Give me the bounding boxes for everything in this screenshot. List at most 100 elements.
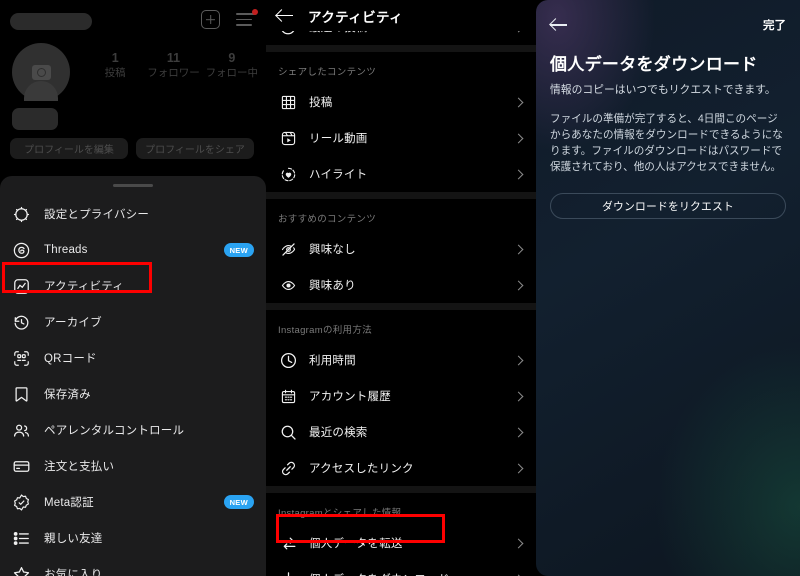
done-button[interactable]: 完了: [763, 17, 786, 33]
activity-row-label: 興味なし: [309, 244, 356, 256]
activity-row-label: 最近の検索: [309, 427, 368, 439]
activity-row-label: リール動画: [309, 133, 368, 145]
grid-icon: [278, 92, 298, 112]
notification-dot: [252, 9, 258, 15]
avatar[interactable]: [12, 43, 70, 101]
activity-row-2-1[interactable]: アカウント履歴: [266, 378, 536, 414]
eye-icon: [278, 275, 298, 295]
archive-clock-icon: [10, 311, 32, 333]
transfer-icon: [278, 533, 298, 553]
stat-followers-count: 11: [166, 51, 181, 65]
share-profile-button[interactable]: プロフィールをシェア: [136, 138, 254, 159]
section-label: Instagramの利用方法: [278, 325, 372, 336]
sidebar-item-label: 親しい友達: [44, 533, 103, 545]
activity-row-0-2[interactable]: ハイライト: [266, 156, 536, 192]
profile-stats: 1 投稿 11 フォロワー 9 フォロー中: [86, 50, 261, 81]
clipped-row-label: 最近の投稿: [309, 31, 515, 35]
clipped-row-icon: [278, 31, 298, 37]
chevron-right-icon: [513, 169, 524, 179]
username-redacted: [10, 13, 92, 30]
activity-row-label: 個人データを転送: [309, 538, 403, 550]
activity-row-0-1[interactable]: リール動画: [266, 120, 536, 156]
credit-card-icon: [10, 455, 32, 477]
sidebar-item-label: ペアレンタルコントロール: [44, 425, 185, 437]
activity-panel: アクティビティ 最近の投稿 シェアしたコンテンツ投稿リール動画ハイライトおすすめ…: [266, 0, 536, 576]
sidebar-item-2[interactable]: アクティビティ: [0, 268, 266, 304]
activity-row-3-0[interactable]: 個人データを転送: [266, 525, 536, 561]
verified-badge-icon: [10, 491, 32, 513]
chevron-right-icon: [513, 463, 524, 473]
sidebar-item-1[interactable]: Threads NEW: [0, 232, 266, 268]
download-back-arrow-icon[interactable]: [550, 18, 568, 32]
threads-icon: [10, 239, 32, 261]
chevron-right-icon: [513, 427, 524, 437]
sidebar-item-7[interactable]: 注文と支払い: [0, 448, 266, 484]
sheet-grabber[interactable]: [113, 184, 153, 187]
sidebar-item-6[interactable]: ペアレンタルコントロール: [0, 412, 266, 448]
activity-title: アクティビティ: [308, 9, 404, 25]
sidebar-item-label: Meta認証: [44, 497, 94, 509]
activity-row-2-0[interactable]: 利用時間: [266, 342, 536, 378]
activity-row-1-0[interactable]: 興味なし: [266, 231, 536, 267]
camera-icon: [31, 64, 51, 80]
hamburger-menu-icon[interactable]: [236, 9, 258, 27]
sidebar-item-label: QRコード: [44, 353, 97, 365]
download-panel-body: ファイルの準備が完了すると、4日間このページからあなたの情報をダウンロードできる…: [550, 113, 783, 173]
section-divider: [266, 303, 536, 310]
chevron-right-icon: [513, 280, 524, 290]
activity-row-0-0[interactable]: 投稿: [266, 84, 536, 120]
star-icon: [10, 563, 32, 576]
sidebar-item-9[interactable]: 親しい友達: [0, 520, 266, 556]
activity-row-label: アカウント履歴: [309, 391, 391, 403]
highlight-icon: [278, 164, 298, 184]
download-data-panel: 完了 個人データをダウンロード 情報のコピーはいつでもリクエストできます。 ファ…: [536, 0, 800, 576]
activity-header: アクティビティ: [266, 0, 536, 31]
sidebar-item-8[interactable]: Meta認証 NEW: [0, 484, 266, 520]
profile-header-actions: [201, 9, 258, 29]
chevron-right-icon: [513, 355, 524, 365]
calendar-icon: [278, 386, 298, 406]
edit-profile-button[interactable]: プロフィールを編集: [10, 138, 128, 159]
sidebar-item-10[interactable]: お気に入り: [0, 556, 266, 576]
sidebar-item-label: アクティビティ: [44, 281, 124, 293]
sidebar-item-5[interactable]: 保存済み: [0, 376, 266, 412]
sidebar-item-4[interactable]: QRコード: [0, 340, 266, 376]
activity-row-label: 利用時間: [309, 355, 356, 367]
activity-row-label: 個人データをダウンロード: [309, 571, 515, 576]
new-badge: NEW: [223, 243, 254, 257]
avatar-silhouette: [24, 81, 58, 101]
back-arrow-icon[interactable]: [276, 9, 294, 23]
stat-followers-label: フォロワー: [147, 67, 200, 79]
activity-row-label: アクセスしたリンク: [309, 463, 414, 475]
sidebar-item-3[interactable]: アーカイブ: [0, 304, 266, 340]
section-divider: [266, 45, 536, 52]
stat-posts-count: 1: [111, 51, 119, 65]
sidebar-item-label: 保存済み: [44, 389, 91, 401]
stat-following[interactable]: 9 フォロー中: [203, 50, 261, 81]
request-download-button[interactable]: ダウンロードをリクエスト: [550, 193, 786, 219]
section-divider: [266, 486, 536, 493]
add-post-icon[interactable]: [201, 10, 220, 29]
stat-posts[interactable]: 1 投稿: [86, 50, 144, 81]
activity-row-label: 投稿: [309, 97, 333, 109]
activity-row-label: ハイライト: [309, 169, 368, 181]
sidebar-item-0[interactable]: 設定とプライバシー: [0, 196, 266, 232]
stat-followers[interactable]: 11 フォロワー: [144, 50, 202, 81]
profile-header: 1 投稿 11 フォロワー 9 フォロー中 プロフィールを編集 プロフィールをシ…: [0, 0, 266, 176]
sidebar-item-label: 設定とプライバシー: [44, 209, 150, 221]
clipped-row-content: 最近の投稿: [266, 31, 536, 45]
qr-code-icon: [10, 347, 32, 369]
activity-row-2-3[interactable]: アクセスしたリンク: [266, 450, 536, 486]
partially-scrolled-row[interactable]: 最近の投稿: [266, 31, 536, 45]
clock-icon: [278, 350, 298, 370]
gear-icon: [10, 203, 32, 225]
activity-row-label: 興味あり: [309, 280, 356, 292]
activity-row-3-1[interactable]: 個人データをダウンロード: [266, 561, 536, 576]
activity-row-1-1[interactable]: 興味あり: [266, 267, 536, 303]
link-icon: [278, 458, 298, 478]
chevron-right-icon: [513, 244, 524, 254]
sidebar-item-label: Threads: [44, 244, 88, 256]
new-badge: NEW: [223, 495, 254, 509]
activity-row-2-2[interactable]: 最近の検索: [266, 414, 536, 450]
chevron-right-icon: [513, 538, 524, 548]
